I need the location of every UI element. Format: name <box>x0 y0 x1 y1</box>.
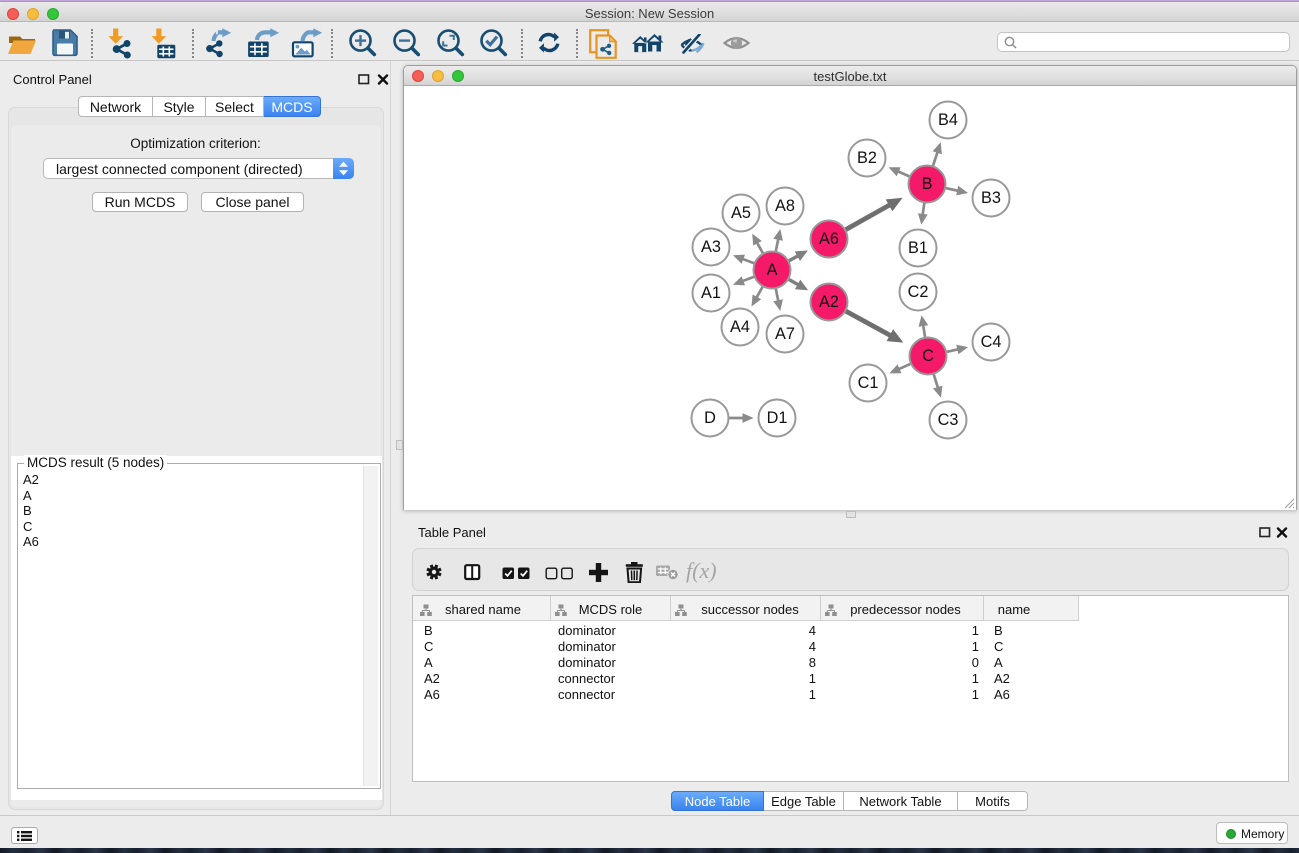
svg-text:B: B <box>922 175 933 193</box>
svg-text:D1: D1 <box>767 409 788 427</box>
svg-text:C: C <box>922 347 934 365</box>
svg-text:C3: C3 <box>938 411 959 429</box>
svg-text:A4: A4 <box>730 318 750 336</box>
svg-text:A2: A2 <box>819 293 839 311</box>
svg-text:A5: A5 <box>731 204 751 222</box>
svg-text:D: D <box>704 409 716 427</box>
svg-text:A6: A6 <box>819 230 839 248</box>
svg-text:B1: B1 <box>908 239 928 257</box>
svg-text:B3: B3 <box>981 189 1001 207</box>
svg-text:C4: C4 <box>981 333 1002 351</box>
svg-text:A7: A7 <box>775 325 795 343</box>
svg-text:A3: A3 <box>701 238 721 256</box>
svg-text:B4: B4 <box>938 111 958 129</box>
svg-text:A: A <box>767 261 778 279</box>
svg-text:B2: B2 <box>857 149 877 167</box>
svg-text:C1: C1 <box>858 374 879 392</box>
svg-text:A1: A1 <box>701 284 721 302</box>
svg-text:C2: C2 <box>908 283 929 301</box>
svg-text:A8: A8 <box>775 197 795 215</box>
